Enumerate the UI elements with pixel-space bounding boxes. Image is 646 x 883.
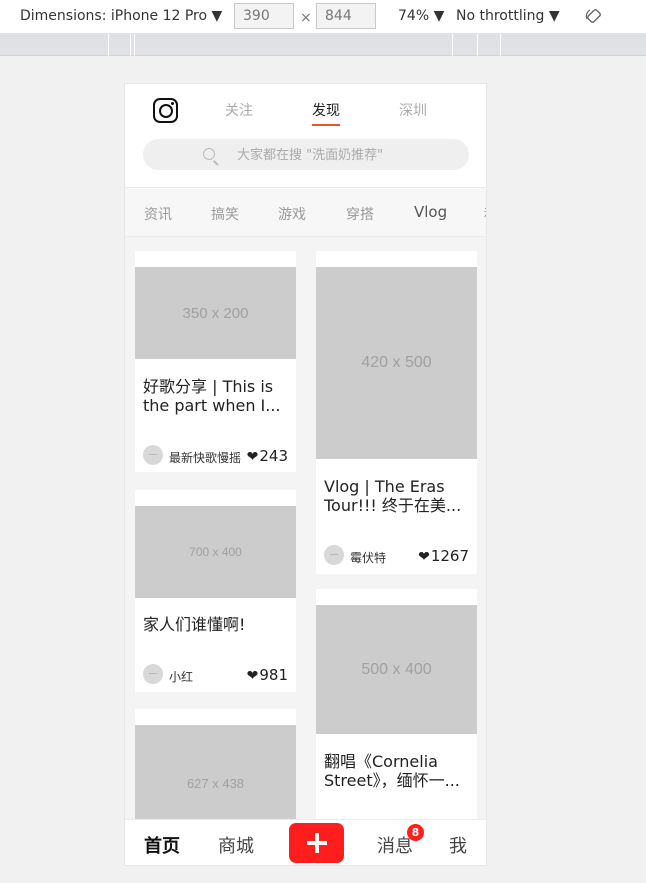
dimension-separator: × <box>300 10 312 26</box>
like-count[interactable]: ❤1267 <box>418 547 469 565</box>
messages-badge: 8 <box>407 824 424 841</box>
card-title: 好歌分享 | This is the part when I... <box>143 377 281 415</box>
feed-card[interactable]: 500 x 400 翻唱《Cornelia Street》，缅怀一... <box>316 589 477 829</box>
device-width-input[interactable]: 390 <box>234 3 294 29</box>
card-title: 翻唱《Cornelia Street》，缅怀一... <box>324 752 460 790</box>
feed-card[interactable]: 420 x 500 Vlog | The Eras Tour!!! 终于在美..… <box>316 251 477 574</box>
device-height-input[interactable]: 844 <box>316 3 376 29</box>
instagram-icon[interactable] <box>153 98 178 123</box>
search-bar[interactable] <box>143 139 469 170</box>
category-news[interactable]: 资讯 <box>144 204 172 224</box>
mobile-viewport: 关注 发现 深圳 资讯 搞笑 游戏 穿搭 Vlog 科 350 x 200 好歌… <box>124 83 487 866</box>
category-funny[interactable]: 搞笑 <box>211 204 239 224</box>
throttling-dropdown[interactable]: No throttling ▼ <box>456 8 560 24</box>
category-vlog[interactable]: Vlog <box>414 203 447 221</box>
top-header: 关注 发现 深圳 <box>125 84 486 187</box>
nav-home[interactable]: 首页 <box>144 832 180 858</box>
avatar <box>143 445 163 465</box>
like-count[interactable]: ❤981 <box>247 666 288 684</box>
card-title: Vlog | The Eras Tour!!! 终于在美... <box>324 477 462 515</box>
category-bar: 资讯 搞笑 游戏 穿搭 Vlog 科 <box>125 187 486 237</box>
post-button[interactable] <box>289 823 344 863</box>
device-dimensions-dropdown[interactable]: Dimensions: iPhone 12 Pro ▼ <box>20 8 222 24</box>
image-placeholder: 627 x 438 <box>135 725 296 829</box>
heart-icon[interactable]: ❤ <box>247 449 259 465</box>
heart-icon[interactable]: ❤ <box>418 549 430 565</box>
search-input[interactable] <box>237 145 457 165</box>
tab-follow[interactable]: 关注 <box>225 100 253 120</box>
card-title: 家人们谁懂啊! <box>143 615 246 634</box>
search-icon <box>203 148 215 160</box>
heart-icon[interactable]: ❤ <box>247 668 259 684</box>
feed-card[interactable]: 627 x 438 <box>135 709 296 829</box>
feed-card[interactable]: 700 x 400 家人们谁懂啊! 小红 ❤981 <box>135 490 296 692</box>
image-placeholder: 350 x 200 <box>135 267 296 359</box>
avatar <box>324 545 344 565</box>
nav-me[interactable]: 我 <box>449 832 467 858</box>
image-placeholder: 700 x 400 <box>135 506 296 598</box>
tab-location[interactable]: 深圳 <box>399 100 427 120</box>
rotate-icon[interactable] <box>585 7 603 25</box>
bottom-nav: 首页 商城 消息 8 我 <box>125 819 486 865</box>
feed-card[interactable]: 350 x 200 好歌分享 | This is the part when I… <box>135 251 296 472</box>
nav-mall[interactable]: 商城 <box>218 832 254 858</box>
author-name: 最新快歌慢摇 <box>169 451 242 465</box>
category-games[interactable]: 游戏 <box>278 204 306 224</box>
media-query-ruler <box>0 34 646 56</box>
tab-discover[interactable]: 发现 <box>312 100 340 126</box>
author-name: 霉伏特 <box>350 551 387 565</box>
image-placeholder: 420 x 500 <box>316 267 477 459</box>
avatar <box>143 664 163 684</box>
category-tech[interactable]: 科 <box>484 204 486 224</box>
category-outfits[interactable]: 穿搭 <box>346 204 374 224</box>
author-name: 小红 <box>169 670 194 684</box>
devtools-toolbar: Dimensions: iPhone 12 Pro ▼ 390 × 844 74… <box>0 0 646 34</box>
image-placeholder: 500 x 400 <box>316 605 477 734</box>
zoom-dropdown[interactable]: 74% ▼ <box>398 8 444 24</box>
like-count[interactable]: ❤243 <box>247 447 288 465</box>
